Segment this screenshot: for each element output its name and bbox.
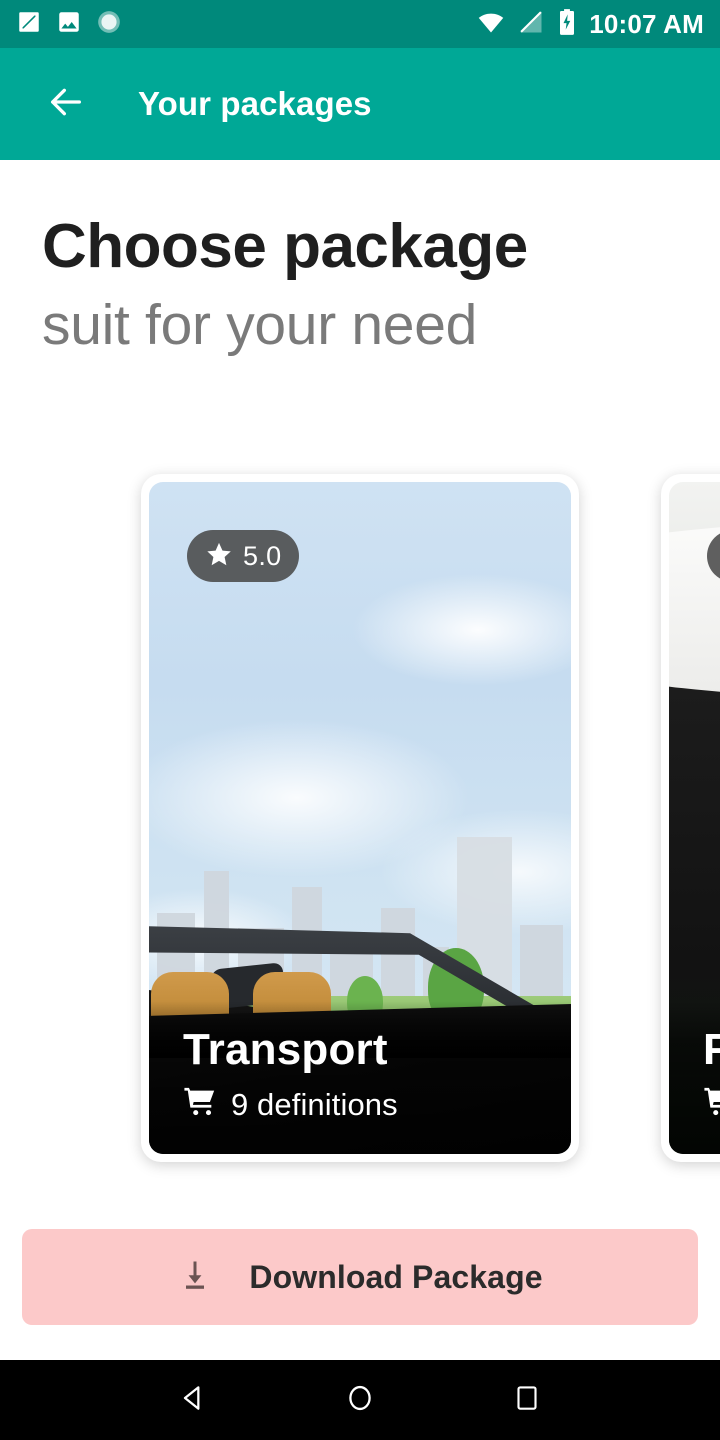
status-bar-clock: 10:07 AM [589, 8, 704, 39]
screenshot-icon [16, 9, 42, 40]
card-title: Food [703, 1024, 720, 1074]
sync-icon [96, 9, 122, 40]
app-bar: Your packages [0, 48, 720, 160]
recents-nav-button[interactable] [490, 1363, 564, 1437]
android-navigation-bar [0, 1360, 720, 1440]
download-package-button[interactable]: Download Package [22, 1229, 698, 1325]
card-caption: Food 9 definitions [669, 1000, 720, 1154]
package-card-transport[interactable]: 5.0 Transport 9 definitions [141, 474, 579, 1162]
card-meta: 9 definitions [703, 1085, 720, 1124]
download-icon [177, 1257, 213, 1298]
headline-block: Choose package suit for your need [0, 160, 720, 356]
app-bar-title: Your packages [138, 85, 372, 122]
card-meta: 9 definitions [183, 1085, 537, 1124]
card-meta-text: 9 definitions [231, 1086, 398, 1122]
status-bar-left-icons [16, 9, 122, 40]
card-image-food: 5.0 Food 9 definitions [669, 482, 720, 1154]
page-title: Choose package [42, 212, 528, 281]
circle-home-icon [344, 1382, 376, 1419]
home-nav-button[interactable] [323, 1363, 397, 1437]
battery-charging-icon [557, 8, 577, 41]
rating-value: 5.0 [243, 540, 282, 571]
package-carousel[interactable]: 5.0 Transport 9 definitions F [0, 474, 720, 1174]
back-button[interactable] [38, 76, 94, 132]
square-recents-icon [512, 1383, 542, 1418]
arrow-back-icon [46, 82, 86, 127]
package-card-food[interactable]: 5.0 Food 9 definitions [661, 474, 720, 1162]
card-caption: Transport 9 definitions [149, 1000, 571, 1154]
star-icon [205, 540, 233, 573]
status-bar: 10:07 AM [0, 0, 720, 48]
card-title: Transport [183, 1024, 388, 1074]
phone-screen: 10:07 AM Your packages Choose package su… [0, 0, 720, 1440]
triangle-back-icon [177, 1382, 209, 1419]
page-subtitle: suit for your need [42, 293, 478, 358]
shopping-cart-icon [183, 1085, 217, 1124]
shopping-cart-icon [703, 1085, 720, 1124]
main-content: Choose package suit for your need 5.0 Tr… [0, 160, 720, 1360]
rating-badge: 5.0 [187, 530, 300, 582]
back-nav-button[interactable] [156, 1363, 230, 1437]
status-bar-right-icons: 10:07 AM [477, 8, 704, 41]
wifi-icon [477, 8, 505, 41]
image-icon [56, 9, 82, 40]
download-package-label: Download Package [249, 1258, 543, 1295]
signal-off-icon [517, 8, 545, 41]
card-image-transport: 5.0 Transport 9 definitions [149, 482, 571, 1154]
